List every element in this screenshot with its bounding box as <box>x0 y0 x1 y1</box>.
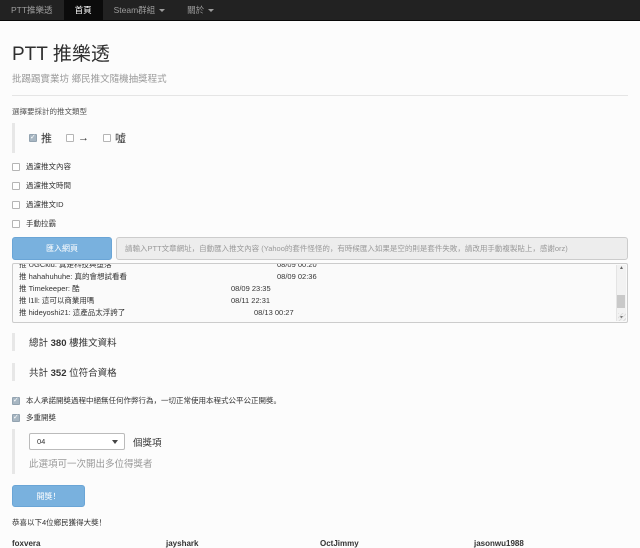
scrollbar-thumb[interactable] <box>617 295 625 308</box>
fairness-agreement-label: 本人承諾開獎過程中絕無任何作弊行為，一切正常使用本程式公平公正開獎。 <box>26 395 281 406</box>
navbar-brand[interactable]: PTT推樂透 <box>0 0 64 20</box>
winner-name: OctJimmy <box>320 539 474 548</box>
qualified-count: 352 <box>51 368 67 379</box>
checkbox-icon[interactable] <box>66 134 74 142</box>
push-type-option-boo-label: 噓 <box>115 130 126 146</box>
total-pushes-stat: 總計 380 樓推文資料 <box>12 333 628 351</box>
page-title: PTT 推樂透 <box>12 39 628 66</box>
nav-item-about-label: 關於 <box>187 4 204 16</box>
multi-draw-blockquote: 04 個獎項 此選項可一次開出多位得獎者 <box>12 429 628 474</box>
import-group: 匯入網頁 <box>12 237 628 260</box>
filter-id[interactable]: 過濾推文ID <box>12 199 628 210</box>
filter-id-label: 過濾推文ID <box>26 199 64 210</box>
agreement-list: 本人承諾開獎過程中絕無任何作弊行為，一切正常使用本程式公平公正開獎。 多重開獎 <box>12 395 628 423</box>
push-content-textarea[interactable]: 推 UGCkid: 真是科技與墮落08/09 00:20 推 hahahuhuh… <box>12 263 628 323</box>
nav-item-home[interactable]: 首頁 <box>64 0 103 20</box>
congrats-message: 恭喜以下4位鄉民獲得大獎！ <box>12 517 628 528</box>
filter-time-label: 過濾推文時間 <box>26 180 71 191</box>
draw-button[interactable]: 開獎！ <box>12 485 85 507</box>
filter-manual-slot[interactable]: 手動拉霸 <box>12 218 628 229</box>
filter-list: 過濾推文內容 過濾推文時間 過濾推文ID 手動拉霸 <box>12 161 628 229</box>
checkbox-icon[interactable] <box>12 220 20 228</box>
navbar-brand-label: PTT推樂透 <box>11 4 53 16</box>
scroll-up-icon[interactable]: ▲ <box>619 265 624 271</box>
winner-name: jasonwu1988 <box>474 539 628 548</box>
qualified-stat: 共計 352 位符合資格 <box>12 363 628 381</box>
article-url-input[interactable] <box>116 237 628 260</box>
push-line: 推 UGCkid: 真是科技與墮落08/09 00:20 <box>19 263 621 271</box>
fairness-agreement-checkbox[interactable]: 本人承諾開獎過程中絕無任何作弊行為，一切正常使用本程式公平公正開獎。 <box>12 395 628 406</box>
push-type-option-arrow-label: → <box>78 132 89 144</box>
push-content-lines: 推 UGCkid: 真是科技與墮落08/09 00:20 推 hahahuhuh… <box>13 263 627 319</box>
nav-item-steam-group[interactable]: Steam群組 <box>103 0 177 20</box>
prize-unit-label: 個獎項 <box>133 435 162 449</box>
checkbox-checked-icon[interactable] <box>12 397 20 405</box>
push-line: 推 l1ll: 這可以商業用嗎08/11 22:31 <box>19 295 621 307</box>
filter-content-label: 過濾推文內容 <box>26 161 71 172</box>
checkbox-icon[interactable] <box>12 163 20 171</box>
resize-grip-icon[interactable] <box>618 313 626 321</box>
push-type-blockquote: 推 → 噓 <box>12 123 628 153</box>
push-type-option-push-label: 推 <box>41 130 52 146</box>
caret-down-icon <box>159 9 165 12</box>
multi-draw-label: 多重開獎 <box>26 412 56 423</box>
divider <box>12 95 628 96</box>
checkbox-icon[interactable] <box>103 134 111 142</box>
filter-time[interactable]: 過濾推文時間 <box>12 180 628 191</box>
push-type-option-push[interactable]: 推 <box>29 130 52 146</box>
caret-down-icon <box>208 9 214 12</box>
total-pushes-count: 380 <box>51 338 67 349</box>
push-line: 推 Timekeeper: 酷08/09 23:35 <box>19 283 621 295</box>
push-type-option-arrow[interactable]: → <box>66 132 89 144</box>
checkbox-icon[interactable] <box>12 201 20 209</box>
checkbox-icon[interactable] <box>12 182 20 190</box>
push-line: 推 hideyoshi21: 這產品太浮誇了08/13 00:27 <box>19 307 621 319</box>
nav-item-about[interactable]: 關於 <box>176 0 225 20</box>
checkbox-checked-icon[interactable] <box>12 414 20 422</box>
winner-list: foxvera jayshark OctJimmy jasonwu1988 <box>12 539 628 548</box>
winner-name: foxvera <box>12 539 166 548</box>
multi-draw-hint: 此選項可一次開出多位得獎者 <box>29 456 628 470</box>
filter-manual-slot-label: 手動拉霸 <box>26 218 56 229</box>
nav-item-steam-group-label: Steam群組 <box>114 4 156 16</box>
prize-count-select[interactable]: 04 <box>29 433 125 450</box>
push-type-label: 選擇要採計的推文類型 <box>12 106 628 117</box>
checkbox-checked-icon[interactable] <box>29 134 37 142</box>
page-subtitle: 批踢踢實業坊 鄉民推文隨機抽獎程式 <box>12 71 628 85</box>
push-type-option-boo[interactable]: 噓 <box>103 130 126 146</box>
multi-draw-checkbox[interactable]: 多重開獎 <box>12 412 628 423</box>
nav-item-home-label: 首頁 <box>75 4 92 16</box>
chevron-down-icon <box>112 440 118 444</box>
navbar: PTT推樂透 首頁 Steam群組 關於 <box>0 0 640 21</box>
winner-name: jayshark <box>166 539 320 548</box>
prize-count-value: 04 <box>37 437 45 446</box>
push-line: 推 hahahuhuhe: 真的會想試看看08/09 02:36 <box>19 271 621 283</box>
import-url-button[interactable]: 匯入網頁 <box>12 237 112 260</box>
filter-content[interactable]: 過濾推文內容 <box>12 161 628 172</box>
